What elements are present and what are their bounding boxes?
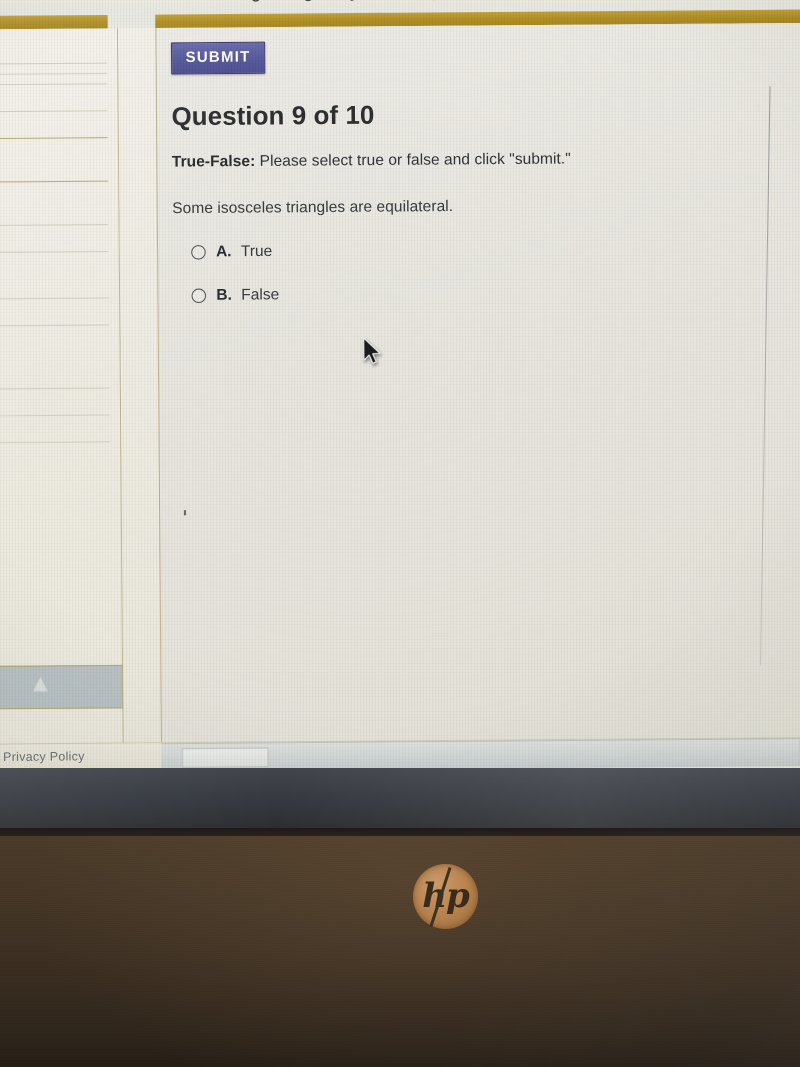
- scrollbar-thumb[interactable]: [181, 747, 269, 768]
- radio-button-b[interactable]: [191, 287, 207, 303]
- sidebar-item-12[interactable]: ...itudes: [0, 415, 110, 444]
- laptop-body: [0, 836, 800, 1067]
- answer-choice-b[interactable]: B. False: [191, 282, 800, 305]
- horizontal-scrollbar[interactable]: [160, 738, 800, 772]
- sidebar-item-3[interactable]: ...s a: [0, 84, 108, 113]
- submit-button[interactable]: SUBMIT: [170, 41, 266, 75]
- sidebar-item-7[interactable]: ...riangle: [0, 225, 109, 254]
- sidebar-item-6[interactable]: ...angle ...heorem: [0, 181, 109, 227]
- question-statement: Some isosceles triangles are equilateral…: [172, 197, 454, 218]
- lesson-sidebar[interactable]: ...etry ...s a ...Angle ...g ...Side ...…: [0, 28, 124, 745]
- answer-letter-b: B.: [216, 286, 232, 304]
- question-type-label: True-False:: [171, 152, 256, 171]
- sidebar-item-0[interactable]: ...etry: [0, 36, 107, 65]
- answer-text-a: True: [240, 242, 273, 261]
- answer-letter-a: A.: [215, 242, 232, 261]
- panel-gap: [118, 28, 161, 753]
- laptop-screen-bezel: [0, 768, 800, 836]
- sidebar-item-active-naming-by-side[interactable]: ...g ...Side: [0, 138, 108, 183]
- privacy-policy-link[interactable]: |Privacy Policy: [0, 749, 85, 764]
- scroll-to-top-button[interactable]: [0, 664, 124, 710]
- page-title: ACTIVITY 4: Naming Triangles by Side Len…: [0, 0, 800, 8]
- photograph-of-laptop-screen: ACTIVITY 4: Naming Triangles by Side Len…: [0, 0, 800, 1067]
- sidebar-item-4[interactable]: ...Angle: [0, 111, 108, 140]
- arrow-cursor-icon: [363, 337, 381, 364]
- question-panel: SUBMIT Question 9 of 10 True-False: Plea…: [155, 22, 800, 743]
- screen-speck: [183, 510, 187, 516]
- sidebar-item-9[interactable]: ...ence: [0, 298, 109, 327]
- answer-text-b: False: [241, 285, 280, 304]
- laptop-screen: ACTIVITY 4: Naming Triangles by Side Len…: [0, 0, 800, 772]
- privacy-policy-label: Privacy Policy: [3, 748, 85, 765]
- radio-button-a[interactable]: [191, 244, 206, 260]
- answer-choice-a[interactable]: A. True: [191, 238, 800, 261]
- question-heading: Question 9 of 10: [171, 100, 375, 132]
- sidebar-item-11[interactable]: ...ns: [0, 388, 110, 417]
- question-prompt-text: Please select true or false and click "s…: [255, 150, 571, 171]
- sidebar-item-10[interactable]: ...ms and ...soning: [0, 345, 110, 390]
- up-arrow-icon: [33, 676, 48, 692]
- sidebar-item-8[interactable]: ...ulates: [0, 271, 109, 300]
- question-prompt: True-False: Please select true or false …: [172, 148, 800, 171]
- gold-accent-bar-sidebar: [0, 14, 108, 30]
